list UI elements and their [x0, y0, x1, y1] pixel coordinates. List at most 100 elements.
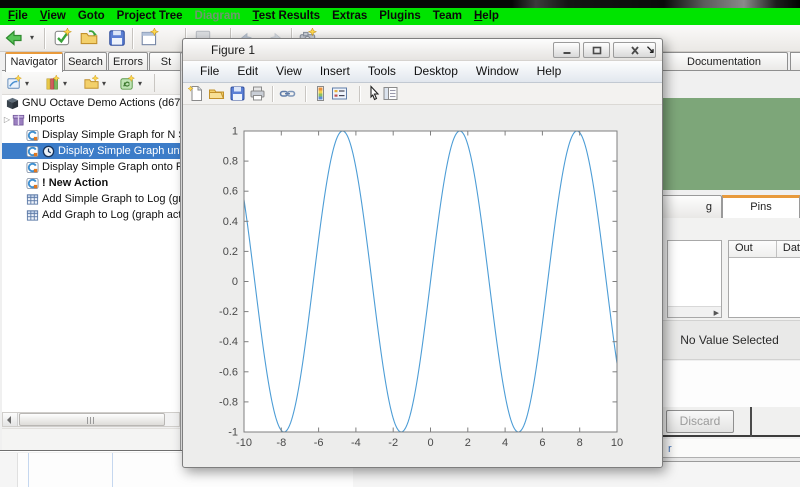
check-new-icon: [53, 27, 73, 49]
action-icon: [26, 161, 42, 174]
panel-splitter-vertical[interactable]: [180, 52, 181, 451]
tab-partial[interactable]: [790, 52, 800, 71]
dropdown-chevron-icon[interactable]: ▾: [102, 79, 106, 88]
tree-item[interactable]: ! New Action: [2, 175, 180, 191]
tree-item[interactable]: GNU Octave Demo Actions (d67_: [2, 95, 180, 111]
tree-item[interactable]: Add Simple Graph to Log (grap: [2, 191, 180, 207]
print-button[interactable]: [249, 85, 268, 103]
tree-item[interactable]: Display Simple Graph until: [2, 143, 180, 159]
tree-item[interactable]: Display Simple Graph for N Se: [2, 127, 180, 143]
tab-st[interactable]: St: [149, 52, 183, 71]
figure-menu-view[interactable]: View: [267, 61, 311, 82]
menu-extras[interactable]: Extras: [326, 8, 373, 25]
discard-button[interactable]: Discard: [666, 410, 734, 433]
figure-titlebar[interactable]: Figure 1: [183, 39, 662, 61]
menu-test-results[interactable]: Test Results: [247, 8, 327, 25]
save-floppy-button[interactable]: [229, 85, 248, 103]
expander-icon[interactable]: ▷: [2, 115, 12, 124]
colorbar-button[interactable]: [312, 85, 331, 103]
sine-plot: -10-8-6-4-20246810-1-0.8-0.6-0.4-0.200.2…: [183, 105, 662, 467]
figure-menu-desktop[interactable]: Desktop: [405, 61, 467, 82]
new-columns-icon: [44, 75, 61, 92]
open-folder-button[interactable]: [79, 27, 103, 50]
tree-item[interactable]: Display Simple Graph onto File: [2, 159, 180, 175]
new-columns-button[interactable]: ▾: [44, 73, 67, 93]
toolbar-separator: [272, 86, 273, 102]
figure-menubar: FileEditViewInsertToolsDesktopWindowHelp: [183, 61, 662, 83]
save-icon: [107, 27, 127, 49]
svg-text:8: 8: [577, 437, 583, 449]
left-status-strip: [2, 428, 180, 450]
no-value-panel: No Value Selected: [659, 320, 800, 360]
menu-view[interactable]: View: [34, 8, 72, 25]
dropdown-chevron-icon[interactable]: ▾: [138, 79, 142, 88]
menu-project-tree[interactable]: Project Tree: [111, 8, 189, 25]
svg-text:1: 1: [232, 126, 238, 138]
column-header-data[interactable]: Dat: [777, 241, 800, 257]
svg-text:4: 4: [502, 437, 508, 449]
svg-text:0.8: 0.8: [223, 156, 238, 168]
scrollbar-thumb[interactable]: [19, 413, 165, 426]
colorbar-icon: [312, 85, 329, 102]
legend-icon: [331, 85, 348, 102]
new-folder-button[interactable]: ▾: [83, 73, 106, 93]
figure-window-controls: [553, 42, 656, 58]
figure-menu-edit[interactable]: Edit: [228, 61, 267, 82]
scrollbar-grip: [87, 417, 96, 424]
maximize-button[interactable]: [583, 42, 610, 58]
tree-item[interactable]: Add Graph to Log (graph actio: [2, 207, 180, 223]
figure-menu-insert[interactable]: Insert: [311, 61, 359, 82]
scrollbar-right-arrow[interactable]: ▶: [714, 309, 719, 317]
link-plot-button[interactable]: [279, 85, 298, 103]
tree-item[interactable]: ▷Imports: [2, 111, 180, 127]
svg-text:10: 10: [611, 437, 623, 449]
column-header-out[interactable]: Out: [729, 241, 777, 257]
svg-text:-0.8: -0.8: [219, 396, 238, 408]
back-button[interactable]: [4, 27, 28, 50]
scrollbar-left-arrow[interactable]: [3, 413, 18, 426]
menu-file[interactable]: File: [2, 8, 34, 25]
new-window-button[interactable]: [140, 27, 164, 50]
menu-help[interactable]: Help: [468, 8, 505, 25]
figure-menu-tools[interactable]: Tools: [359, 61, 405, 82]
save-floppy-icon: [229, 85, 246, 102]
new-octave-button[interactable]: ▾: [119, 73, 142, 93]
dropdown-chevron-icon[interactable]: ▾: [25, 79, 29, 88]
divider: [750, 407, 752, 437]
grid-line: [112, 453, 113, 487]
legend-button[interactable]: [331, 85, 350, 103]
grid-icon: [26, 193, 42, 206]
tab-search[interactable]: Search: [64, 52, 107, 71]
mini-scrollbar[interactable]: ▶: [668, 306, 721, 317]
link-plot-icon: [279, 85, 296, 102]
tab-documentation[interactable]: Documentation: [660, 52, 788, 71]
minimize-button[interactable]: [553, 42, 580, 58]
svg-text:0.4: 0.4: [223, 216, 238, 228]
open-button[interactable]: [208, 85, 227, 103]
button-bar: Discard: [656, 407, 800, 437]
check-new-button[interactable]: [53, 27, 77, 50]
menu-team[interactable]: Team: [427, 8, 468, 25]
new-folder-icon: [83, 75, 100, 92]
open-icon: [208, 85, 225, 102]
documentation-preview-panel: [659, 98, 800, 190]
tab-pins[interactable]: Pins: [722, 195, 800, 218]
tab-navigator[interactable]: Navigator: [5, 52, 63, 72]
new-run-button[interactable]: ▾: [6, 73, 29, 93]
dropdown-chevron-icon[interactable]: ▾: [30, 33, 34, 42]
figure-window[interactable]: Figure 1 FileEditViewInsertToolsDesktopW…: [182, 38, 663, 468]
figure-menu-help[interactable]: Help: [528, 61, 571, 82]
figure-menu-window[interactable]: Window: [467, 61, 528, 82]
tab-divider: [657, 70, 800, 71]
figure-menu-file[interactable]: File: [191, 61, 228, 82]
svg-text:2: 2: [465, 437, 471, 449]
menu-plugins[interactable]: Plugins: [373, 8, 427, 25]
dock-arrow-icon[interactable]: ↘: [646, 43, 655, 56]
horizontal-scrollbar[interactable]: [2, 412, 180, 427]
dropdown-chevron-icon[interactable]: ▾: [63, 79, 67, 88]
menu-goto[interactable]: Goto: [72, 8, 111, 25]
save-button[interactable]: [107, 27, 131, 50]
inspector-button[interactable]: [382, 85, 401, 103]
tab-errors[interactable]: Errors: [108, 52, 148, 71]
new-doc-button[interactable]: [188, 85, 207, 103]
